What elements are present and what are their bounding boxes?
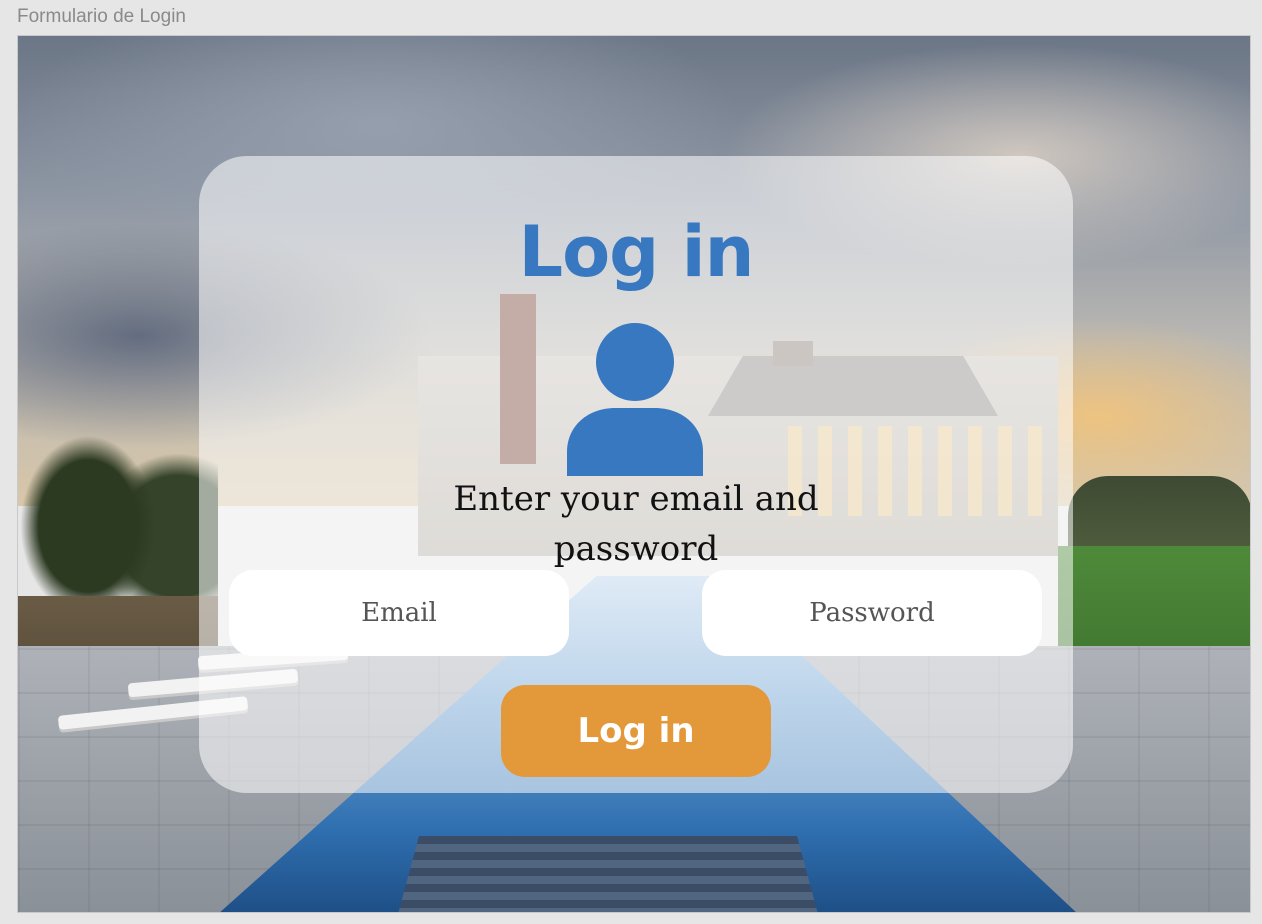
login-button[interactable]: Log in	[501, 685, 771, 777]
login-instructions: Enter your email and password	[453, 479, 819, 569]
login-card: Log in Enter your email and password Log…	[199, 156, 1073, 793]
user-icon	[567, 323, 703, 476]
login-title: Log in	[518, 211, 754, 293]
email-field[interactable]	[229, 570, 569, 656]
password-field[interactable]	[702, 570, 1042, 656]
frame-title: Formulario de Login	[17, 6, 186, 27]
login-frame: Log in Enter your email and password Log…	[17, 35, 1251, 913]
